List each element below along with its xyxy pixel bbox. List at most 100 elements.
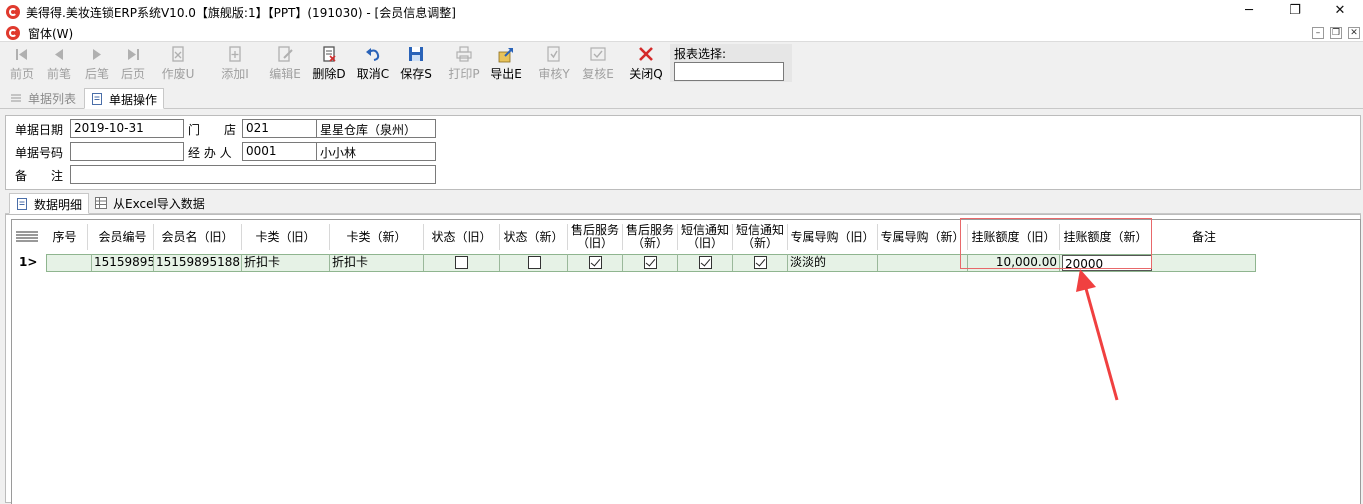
handler-code-input[interactable]: 0001 bbox=[242, 142, 318, 161]
save-button[interactable]: 保存S bbox=[396, 45, 436, 85]
store-label: 门 店 bbox=[188, 123, 237, 137]
report-select-label: 报表选择: bbox=[674, 47, 727, 61]
sms-new-checkbox[interactable] bbox=[754, 256, 767, 269]
main-tabbar: 单据列表 单据操作 bbox=[0, 87, 1363, 109]
spreadsheet-icon bbox=[95, 197, 107, 209]
window-title: 美得得.美妆连锁ERP系统V10.0【旗舰版:1】【PPT】(191030) -… bbox=[26, 6, 456, 20]
prev-record-icon bbox=[55, 49, 63, 60]
cell-member-no[interactable]: 15159895 bbox=[92, 254, 154, 271]
list-icon bbox=[11, 94, 21, 102]
add-button[interactable]: 添加I bbox=[215, 45, 255, 85]
store-code-input[interactable]: 021 bbox=[242, 119, 318, 138]
edit-button[interactable]: 编辑E bbox=[265, 45, 305, 85]
cell-guide-new[interactable] bbox=[878, 254, 968, 271]
print-button[interactable]: 打印P bbox=[444, 45, 484, 85]
menu-window[interactable]: 窗体(W) bbox=[28, 25, 73, 42]
report-select-panel: 报表选择: bbox=[670, 44, 792, 82]
close-window-button[interactable]: ✕ bbox=[1317, 0, 1363, 24]
header-seq[interactable]: 序号 bbox=[42, 224, 88, 250]
void-button[interactable]: 作废U bbox=[158, 45, 198, 85]
status-old-checkbox[interactable] bbox=[455, 256, 468, 269]
document-icon bbox=[17, 198, 27, 210]
header-remark[interactable]: 备注 bbox=[1152, 224, 1256, 250]
cell-seq[interactable] bbox=[46, 254, 92, 271]
detail-grid-panel: 序号 会员编号 会员名（旧） 卡类（旧） 卡类（新） 状态（旧） 状态（新） 售… bbox=[5, 214, 1361, 504]
doc-no-input[interactable] bbox=[70, 142, 184, 161]
mdi-restore-button[interactable]: ❐ bbox=[1330, 27, 1342, 39]
tab-excel-import[interactable]: 从Excel导入数据 bbox=[89, 193, 211, 214]
approve-button[interactable]: 审核Y bbox=[534, 45, 574, 85]
tab-doc-list[interactable]: 单据列表 bbox=[4, 88, 82, 109]
prev-record-button[interactable]: 前笔 bbox=[42, 45, 76, 85]
title-bar: 美得得.美妆连锁ERP系统V10.0【旗舰版:1】【PPT】(191030) -… bbox=[0, 0, 1363, 24]
sms-old-checkbox[interactable] bbox=[699, 256, 712, 269]
document-icon bbox=[92, 93, 102, 105]
first-page-button[interactable]: 前页 bbox=[4, 45, 40, 85]
status-new-checkbox[interactable] bbox=[528, 256, 541, 269]
report-select-input[interactable] bbox=[674, 62, 784, 81]
doc-no-label: 单据号码 bbox=[15, 146, 64, 160]
cell-member-name-old[interactable]: 15159895188 bbox=[154, 254, 242, 271]
cell-card-old[interactable]: 折扣卡 bbox=[242, 254, 330, 271]
next-record-button[interactable]: 后笔 bbox=[80, 45, 114, 85]
header-guide-old[interactable]: 专属导购（旧） bbox=[788, 224, 878, 250]
app-logo-icon bbox=[6, 5, 20, 19]
export-icon bbox=[498, 48, 513, 63]
remark-label: 备 注 bbox=[15, 169, 64, 183]
remark-input[interactable] bbox=[70, 165, 436, 184]
annotation-arrow-icon bbox=[1076, 269, 1119, 401]
recheck-button[interactable]: 复核E bbox=[578, 45, 618, 85]
approve-icon bbox=[547, 46, 560, 62]
header-member-no[interactable]: 会员编号 bbox=[92, 224, 154, 250]
maximize-button[interactable]: ❐ bbox=[1272, 0, 1318, 24]
header-member-name-old[interactable]: 会员名（旧） bbox=[154, 224, 242, 250]
edit-doc-icon bbox=[278, 46, 293, 62]
header-after-sales-old[interactable]: 售后服务（旧） bbox=[568, 224, 623, 250]
delete-doc-icon bbox=[323, 46, 336, 62]
printer-icon bbox=[456, 46, 472, 62]
cell-remark[interactable] bbox=[1152, 254, 1256, 271]
close-icon bbox=[639, 47, 653, 61]
store-name-field: 星星仓库（泉州） bbox=[316, 119, 436, 138]
header-status-new[interactable]: 状态（新） bbox=[500, 224, 568, 250]
header-status-old[interactable]: 状态（旧） bbox=[424, 224, 500, 250]
menu-bar: 窗体(W) – ❐ ✕ bbox=[0, 24, 1363, 42]
mdi-close-button[interactable]: ✕ bbox=[1348, 27, 1360, 39]
undo-icon bbox=[366, 48, 380, 61]
save-icon bbox=[409, 47, 423, 61]
detail-grid: 序号 会员编号 会员名（旧） 卡类（旧） 卡类（新） 状态（旧） 状态（新） 售… bbox=[11, 219, 1361, 504]
tab-doc-operate[interactable]: 单据操作 bbox=[84, 88, 165, 109]
date-label: 单据日期 bbox=[15, 123, 64, 137]
close-button[interactable]: 关闭Q bbox=[626, 45, 666, 85]
header-card-old[interactable]: 卡类（旧） bbox=[242, 224, 330, 250]
header-card-new[interactable]: 卡类（新） bbox=[330, 224, 424, 250]
last-page-button[interactable]: 后页 bbox=[116, 45, 150, 85]
next-record-icon bbox=[93, 49, 101, 60]
detail-tabbar: 数据明细 从Excel导入数据 bbox=[5, 192, 1361, 214]
last-page-icon bbox=[128, 49, 139, 60]
header-sms-old[interactable]: 短信通知（旧） bbox=[678, 224, 733, 250]
cell-card-new[interactable]: 折扣卡 bbox=[330, 254, 424, 271]
after-sales-new-checkbox[interactable] bbox=[644, 256, 657, 269]
header-sms-new[interactable]: 短信通知（新） bbox=[733, 224, 788, 250]
handler-label: 经 办 人 bbox=[188, 146, 232, 160]
handler-name-field: 小小林 bbox=[316, 142, 436, 161]
export-button[interactable]: 导出E bbox=[486, 45, 526, 85]
delete-button[interactable]: 删除D bbox=[309, 45, 349, 85]
row-indicator: 1> bbox=[19, 255, 38, 269]
cell-guide-old[interactable]: 淡淡的 bbox=[788, 254, 878, 271]
minimize-button[interactable]: ─ bbox=[1226, 0, 1272, 24]
mdi-logo-icon bbox=[6, 26, 20, 40]
tab-data-detail[interactable]: 数据明细 bbox=[9, 193, 90, 214]
annotation-highlight-box bbox=[960, 218, 1152, 269]
void-doc-icon bbox=[172, 46, 184, 62]
header-after-sales-new[interactable]: 售后服务（新） bbox=[623, 224, 678, 250]
grid-menu-icon[interactable] bbox=[16, 230, 38, 242]
mdi-minimize-button[interactable]: – bbox=[1312, 27, 1324, 39]
date-input[interactable]: 2019-10-31 bbox=[70, 119, 184, 138]
after-sales-old-checkbox[interactable] bbox=[589, 256, 602, 269]
add-doc-icon bbox=[229, 46, 241, 62]
cancel-button[interactable]: 取消C bbox=[353, 45, 393, 85]
document-header-form: 单据日期 2019-10-31 门 店 021 星星仓库（泉州） 单据号码 经 … bbox=[5, 115, 1361, 190]
header-guide-new[interactable]: 专属导购（新） bbox=[878, 224, 968, 250]
